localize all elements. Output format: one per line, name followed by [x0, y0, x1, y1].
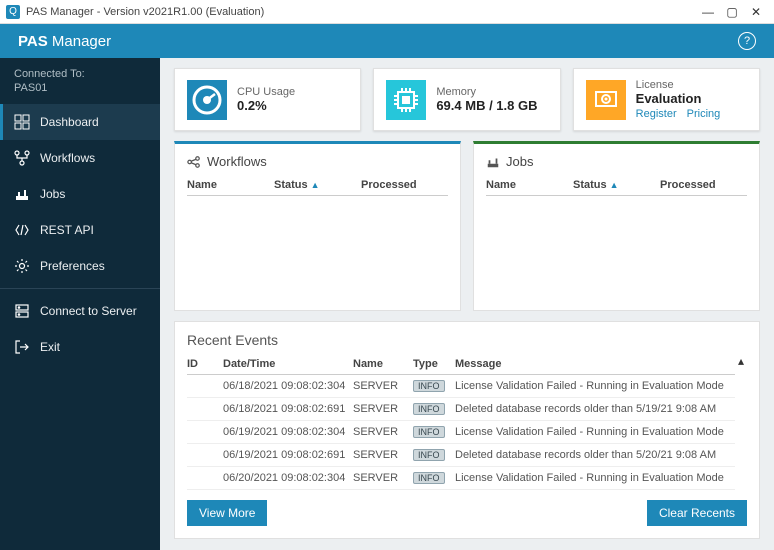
event-row[interactable]: 06/18/2021 09:08:02:691SERVERINFO Deleted…	[187, 398, 735, 421]
event-row[interactable]: 06/20/2021 09:08:02:304SERVERINFO License…	[187, 467, 735, 490]
sidebar-item-label: Connect to Server	[40, 304, 137, 318]
sidebar-item-label: REST API	[40, 223, 94, 237]
event-message: License Validation Failed - Running in E…	[455, 472, 735, 484]
server-icon	[14, 303, 30, 319]
sidebar-item-connect[interactable]: Connect to Server	[0, 293, 160, 329]
col-name[interactable]: Name	[353, 358, 413, 370]
event-row[interactable]: 06/18/2021 09:08:02:304SERVERINFO License…	[187, 375, 735, 398]
view-more-button[interactable]: View More	[187, 500, 267, 526]
event-message: Deleted database records older than 5/19…	[455, 403, 735, 415]
event-type-badge: INFO	[413, 426, 445, 438]
col-status[interactable]: Status▲	[573, 179, 660, 191]
register-link[interactable]: Register	[636, 108, 677, 120]
jobs-panel: Jobs Name Status▲ Processed	[473, 141, 760, 311]
event-name: SERVER	[353, 472, 413, 484]
sidebar-item-exit[interactable]: Exit	[0, 329, 160, 365]
col-processed[interactable]: Processed	[361, 179, 448, 191]
window-title: PAS Manager - Version v2021R1.00 (Evalua…	[26, 6, 264, 18]
lic-value: Evaluation	[636, 91, 731, 106]
event-name: SERVER	[353, 426, 413, 438]
sidebar-item-restapi[interactable]: REST API	[0, 212, 160, 248]
sidebar-item-label: Workflows	[40, 151, 95, 165]
workflows-panel: Workflows Name Status▲ Processed	[174, 141, 461, 311]
event-row[interactable]: 06/19/2021 09:08:02:304SERVERINFO License…	[187, 421, 735, 444]
event-name: SERVER	[353, 449, 413, 461]
event-datetime: 06/19/2021 09:08:02:691	[223, 449, 353, 461]
event-type-badge: INFO	[413, 403, 445, 415]
sidebar-item-label: Dashboard	[40, 115, 99, 129]
titlebar: Q PAS Manager - Version v2021R1.00 (Eval…	[0, 0, 774, 24]
mem-label: Memory	[436, 86, 537, 98]
help-icon[interactable]: ?	[738, 32, 756, 50]
col-name[interactable]: Name	[486, 179, 573, 191]
gear-icon	[14, 258, 30, 274]
connection-status: Connected To: PAS01	[0, 58, 160, 104]
event-datetime: 06/18/2021 09:08:02:304	[223, 380, 353, 392]
cpu-card: CPU Usage0.2%	[174, 68, 361, 131]
sidebar-item-label: Jobs	[40, 187, 65, 201]
col-processed[interactable]: Processed	[660, 179, 747, 191]
jobs-table-header: Name Status▲ Processed	[486, 179, 747, 196]
content: CPU Usage0.2% Memory69.4 MB / 1.8 GB Lic…	[160, 58, 774, 550]
share-icon	[187, 155, 201, 169]
cpu-label: CPU Usage	[237, 86, 295, 98]
workflows-title: Workflows	[207, 154, 267, 169]
sort-asc-icon: ▲	[610, 180, 619, 190]
factory-icon	[486, 155, 500, 169]
event-type-badge: INFO	[413, 472, 445, 484]
license-icon	[586, 80, 626, 120]
col-id[interactable]: ID	[187, 358, 223, 370]
close-button[interactable]: ✕	[744, 5, 768, 19]
col-type[interactable]: Type	[413, 358, 455, 370]
api-icon	[14, 222, 30, 238]
events-table-header: ID Date/Time Name Type Message	[187, 354, 735, 375]
license-card: License Evaluation Register Pricing	[573, 68, 760, 131]
event-name: SERVER	[353, 403, 413, 415]
event-message: License Validation Failed - Running in E…	[455, 426, 735, 438]
gauge-icon	[187, 80, 227, 120]
jobs-icon	[14, 186, 30, 202]
event-datetime: 06/20/2021 09:08:02:304	[223, 472, 353, 484]
clear-recents-button[interactable]: Clear Recents	[647, 500, 747, 526]
workflow-icon	[14, 150, 30, 166]
dashboard-icon	[14, 114, 30, 130]
cpu-value: 0.2%	[237, 98, 295, 113]
jobs-title: Jobs	[506, 154, 533, 169]
event-row[interactable]: 06/19/2021 09:08:02:691SERVERINFO Deleted…	[187, 444, 735, 467]
mem-value: 69.4 MB / 1.8 GB	[436, 98, 537, 113]
sort-asc-icon: ▲	[311, 180, 320, 190]
app-icon: Q	[6, 5, 20, 19]
col-message[interactable]: Message	[455, 358, 735, 370]
sidebar: Connected To: PAS01 Dashboard Workflows …	[0, 58, 160, 550]
col-status[interactable]: Status▲	[274, 179, 361, 191]
brand: PAS Manager	[18, 33, 111, 50]
events-title: Recent Events	[187, 332, 747, 348]
event-name: SERVER	[353, 380, 413, 392]
maximize-button[interactable]: ▢	[720, 5, 744, 19]
sidebar-item-label: Exit	[40, 340, 60, 354]
event-message: License Validation Failed - Running in E…	[455, 380, 735, 392]
event-type-badge: INFO	[413, 449, 445, 461]
app-header: PAS Manager ?	[0, 24, 774, 58]
chip-icon	[386, 80, 426, 120]
pricing-link[interactable]: Pricing	[687, 108, 721, 120]
memory-card: Memory69.4 MB / 1.8 GB	[373, 68, 560, 131]
col-name[interactable]: Name	[187, 179, 274, 191]
event-datetime: 06/19/2021 09:08:02:304	[223, 426, 353, 438]
lic-label: License	[636, 79, 731, 91]
recent-events-panel: Recent Events ID Date/Time Name Type Mes…	[174, 321, 760, 539]
sidebar-item-preferences[interactable]: Preferences	[0, 248, 160, 284]
scroll-up-icon[interactable]: ▴	[735, 354, 747, 490]
exit-icon	[14, 339, 30, 355]
col-datetime[interactable]: Date/Time	[223, 358, 353, 370]
event-message: Deleted database records older than 5/20…	[455, 449, 735, 461]
sidebar-item-dashboard[interactable]: Dashboard	[0, 104, 160, 140]
sidebar-item-workflows[interactable]: Workflows	[0, 140, 160, 176]
sidebar-item-label: Preferences	[40, 259, 105, 273]
minimize-button[interactable]: —	[696, 5, 720, 19]
event-type-badge: INFO	[413, 380, 445, 392]
sidebar-item-jobs[interactable]: Jobs	[0, 176, 160, 212]
workflows-table-header: Name Status▲ Processed	[187, 179, 448, 196]
event-datetime: 06/18/2021 09:08:02:691	[223, 403, 353, 415]
